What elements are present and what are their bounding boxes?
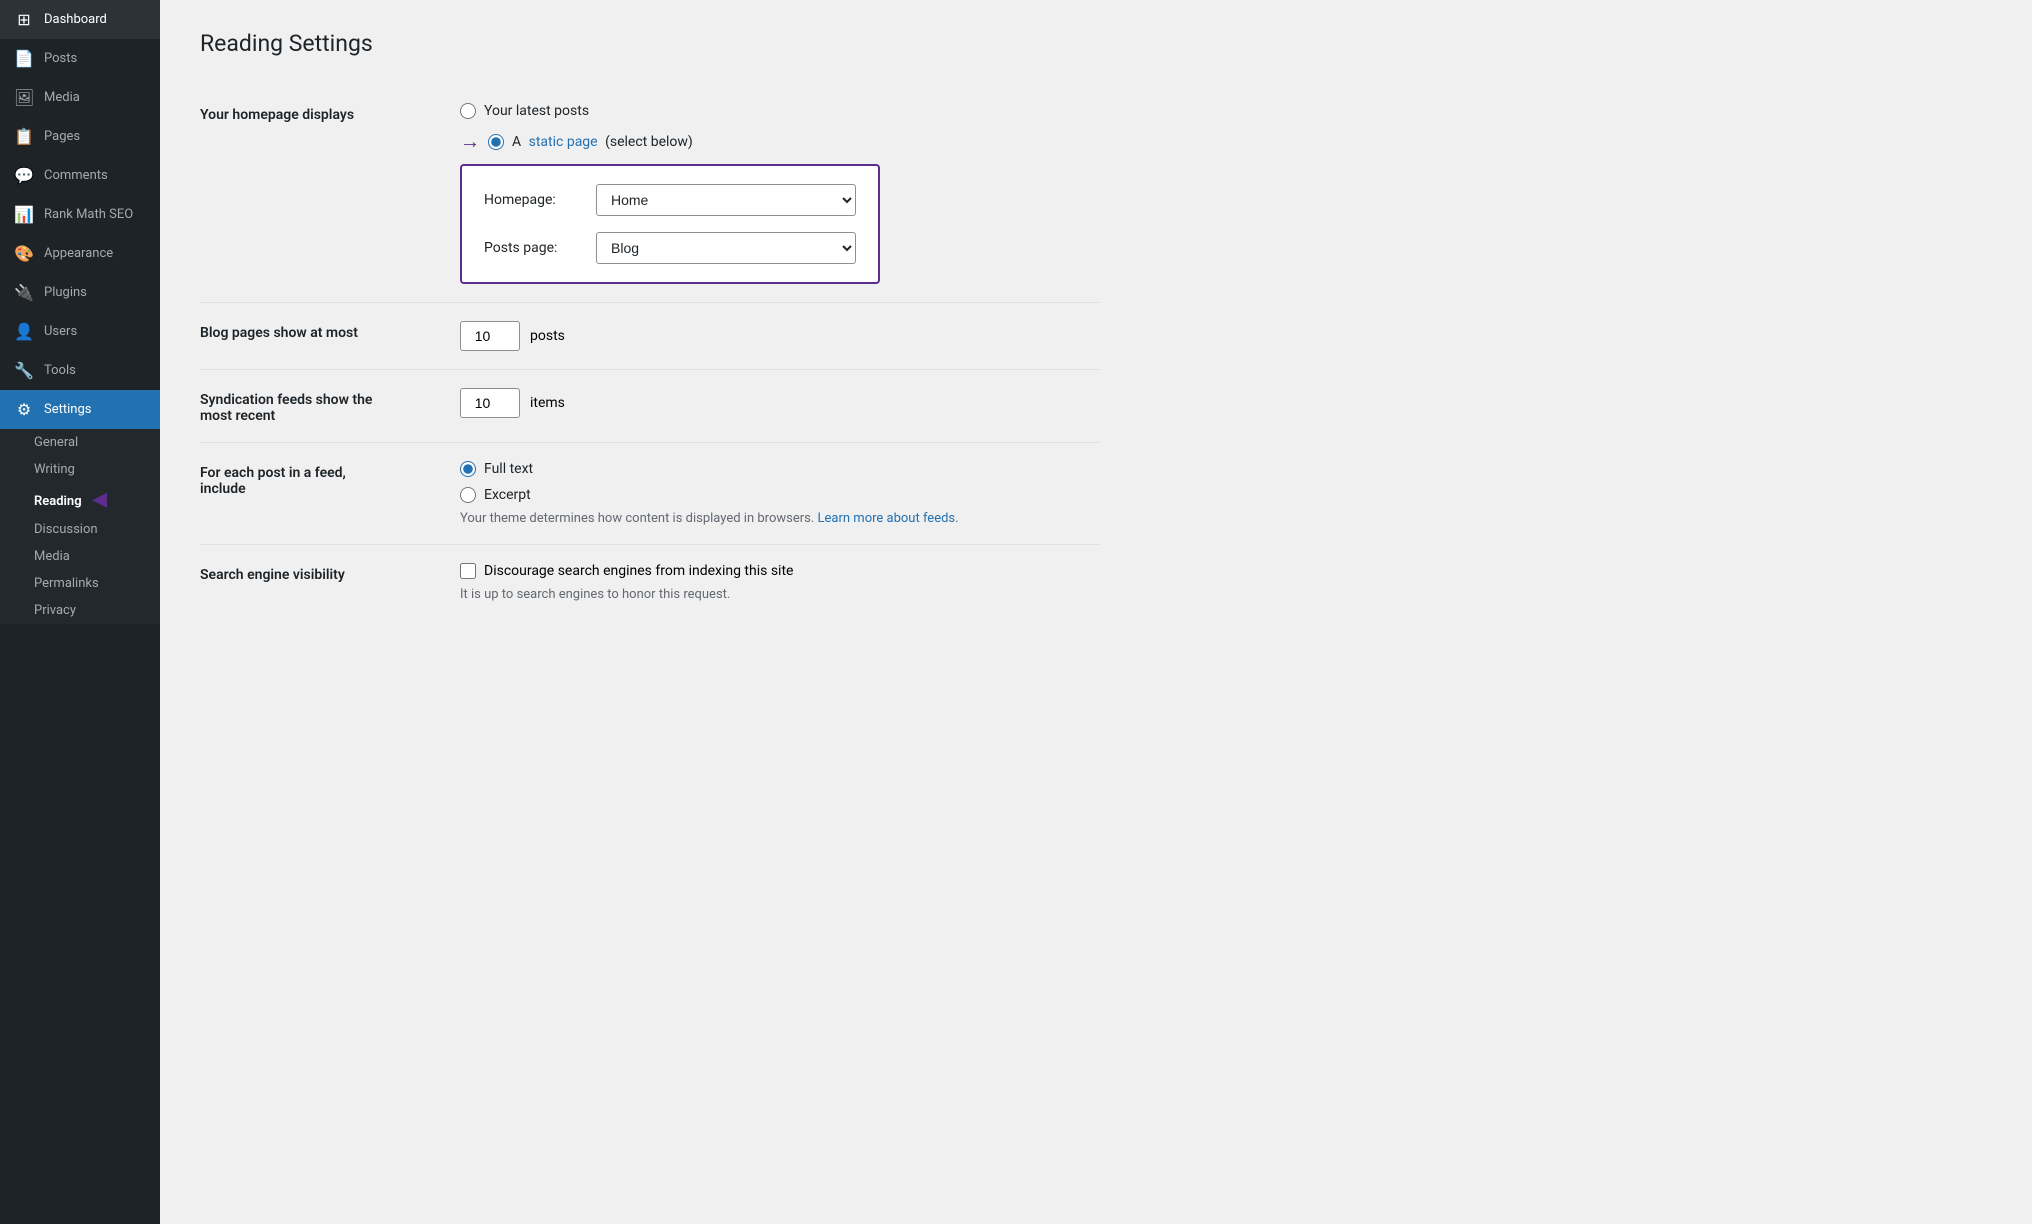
full-text-label: Full text (484, 461, 533, 477)
comments-icon: 💬 (14, 166, 34, 185)
page-title: Reading Settings (200, 30, 1992, 57)
submenu-item-reading[interactable]: Reading ◀ (0, 483, 160, 516)
sidebar-label-tools: Tools (44, 363, 76, 378)
submenu-item-permalinks[interactable]: Permalinks (0, 570, 160, 597)
sidebar-label-appearance: Appearance (44, 246, 113, 261)
sidebar-label-comments: Comments (44, 168, 108, 183)
sidebar-item-tools[interactable]: 🔧 Tools (0, 351, 160, 390)
learn-more-link[interactable]: Learn more about feeds (818, 511, 956, 526)
homepage-select-row: Homepage: Home About Contact (484, 184, 856, 216)
sidebar-label-media: Media (44, 90, 80, 105)
posts-page-select-label: Posts page: (484, 240, 584, 256)
dashboard-icon: ⊞ (14, 10, 34, 29)
feed-radio-group: Full text Excerpt (460, 461, 1100, 503)
posts-icon: 📄 (14, 49, 34, 68)
sidebar-item-users[interactable]: 👤 Users (0, 312, 160, 351)
sidebar-item-settings[interactable]: ⚙ Settings (0, 390, 160, 429)
blog-pages-suffix: posts (530, 328, 565, 344)
settings-form: Your homepage displays Your latest posts… (200, 85, 1100, 620)
static-page-label: A static page (select below) (512, 134, 693, 150)
main-content: Reading Settings Your homepage displays … (160, 0, 2032, 1224)
blog-pages-control: posts (460, 321, 1100, 351)
submenu-item-discussion[interactable]: Discussion (0, 516, 160, 543)
submenu-item-media[interactable]: Media (0, 543, 160, 570)
sidebar-item-comments[interactable]: 💬 Comments (0, 156, 160, 195)
sidebar: ⊞ Dashboard 📄 Posts 🖼 Media 📋 Pages 💬 Co… (0, 0, 160, 1224)
sidebar-label-users: Users (44, 324, 77, 339)
posts-page-select-row: Posts page: Blog News (484, 232, 856, 264)
homepage-displays-control: Your latest posts → A static page (selec… (460, 103, 1100, 284)
sidebar-label-settings: Settings (44, 402, 91, 417)
pages-icon: 📋 (14, 127, 34, 146)
excerpt-radio[interactable] (460, 487, 476, 503)
submenu-item-writing[interactable]: Writing (0, 456, 160, 483)
homepage-select-label: Homepage: (484, 192, 584, 208)
blog-pages-input[interactable] (460, 321, 520, 351)
feed-include-control: Full text Excerpt Your theme determines … (460, 461, 1100, 526)
syndication-row: Syndication feeds show the most recent i… (200, 369, 1100, 442)
plugins-icon: 🔌 (14, 283, 34, 302)
sidebar-item-appearance[interactable]: 🎨 Appearance (0, 234, 160, 273)
media-icon: 🖼 (14, 88, 34, 107)
settings-submenu: General Writing Reading ◀ Discussion Med… (0, 429, 160, 624)
sidebar-label-plugins: Plugins (44, 285, 87, 300)
reading-arrow-icon: ◀ (93, 489, 107, 510)
syndication-label: Syndication feeds show the most recent (200, 388, 460, 424)
search-hint: It is up to search engines to honor this… (460, 587, 1100, 602)
static-page-box: Homepage: Home About Contact Posts page:… (460, 164, 880, 284)
discourage-label: Discourage search engines from indexing … (484, 563, 793, 579)
latest-posts-label: Your latest posts (484, 103, 589, 119)
homepage-select[interactable]: Home About Contact (596, 184, 856, 216)
syndication-suffix: items (530, 395, 565, 411)
submenu-item-general[interactable]: General (0, 429, 160, 456)
latest-posts-radio[interactable] (460, 103, 476, 119)
submenu-item-privacy[interactable]: Privacy (0, 597, 160, 624)
feed-hint: Your theme determines how content is dis… (460, 511, 1100, 526)
excerpt-label: Excerpt (484, 487, 531, 503)
search-visibility-row: Search engine visibility Discourage sear… (200, 544, 1100, 620)
homepage-displays-label: Your homepage displays (200, 103, 460, 123)
appearance-icon: 🎨 (14, 244, 34, 263)
search-visibility-control: Discourage search engines from indexing … (460, 563, 1100, 602)
blog-pages-label: Blog pages show at most (200, 321, 460, 341)
static-page-arrow-icon: → (460, 129, 480, 154)
feed-include-label: For each post in a feed, include (200, 461, 460, 497)
sidebar-label-dashboard: Dashboard (44, 12, 107, 27)
discourage-checkbox[interactable] (460, 563, 476, 579)
static-page-radio[interactable] (488, 134, 504, 150)
latest-posts-option[interactable]: Your latest posts (460, 103, 1100, 119)
settings-icon: ⚙ (14, 400, 34, 419)
homepage-displays-row: Your homepage displays Your latest posts… (200, 85, 1100, 302)
sidebar-item-rank-math[interactable]: 📊 Rank Math SEO (0, 195, 160, 234)
posts-page-select[interactable]: Blog News (596, 232, 856, 264)
syndication-control: items (460, 388, 1100, 418)
tools-icon: 🔧 (14, 361, 34, 380)
syndication-input[interactable] (460, 388, 520, 418)
sidebar-item-plugins[interactable]: 🔌 Plugins (0, 273, 160, 312)
syndication-input-row: items (460, 388, 1100, 418)
sidebar-label-pages: Pages (44, 129, 80, 144)
users-icon: 👤 (14, 322, 34, 341)
excerpt-option[interactable]: Excerpt (460, 487, 1100, 503)
sidebar-item-pages[interactable]: 📋 Pages (0, 117, 160, 156)
sidebar-item-dashboard[interactable]: ⊞ Dashboard (0, 0, 160, 39)
blog-pages-row: Blog pages show at most posts (200, 302, 1100, 369)
discourage-checkbox-item[interactable]: Discourage search engines from indexing … (460, 563, 1100, 579)
full-text-option[interactable]: Full text (460, 461, 1100, 477)
blog-pages-input-row: posts (460, 321, 1100, 351)
feed-include-row: For each post in a feed, include Full te… (200, 442, 1100, 544)
sidebar-item-posts[interactable]: 📄 Posts (0, 39, 160, 78)
static-page-option[interactable]: A static page (select below) (488, 134, 693, 150)
rank-math-icon: 📊 (14, 205, 34, 224)
sidebar-item-media[interactable]: 🖼 Media (0, 78, 160, 117)
sidebar-label-rank-math: Rank Math SEO (44, 207, 133, 222)
search-visibility-label: Search engine visibility (200, 563, 460, 583)
full-text-radio[interactable] (460, 461, 476, 477)
sidebar-label-posts: Posts (44, 51, 77, 66)
homepage-radio-group: Your latest posts → A static page (selec… (460, 103, 1100, 154)
static-page-link[interactable]: static page (529, 134, 598, 150)
